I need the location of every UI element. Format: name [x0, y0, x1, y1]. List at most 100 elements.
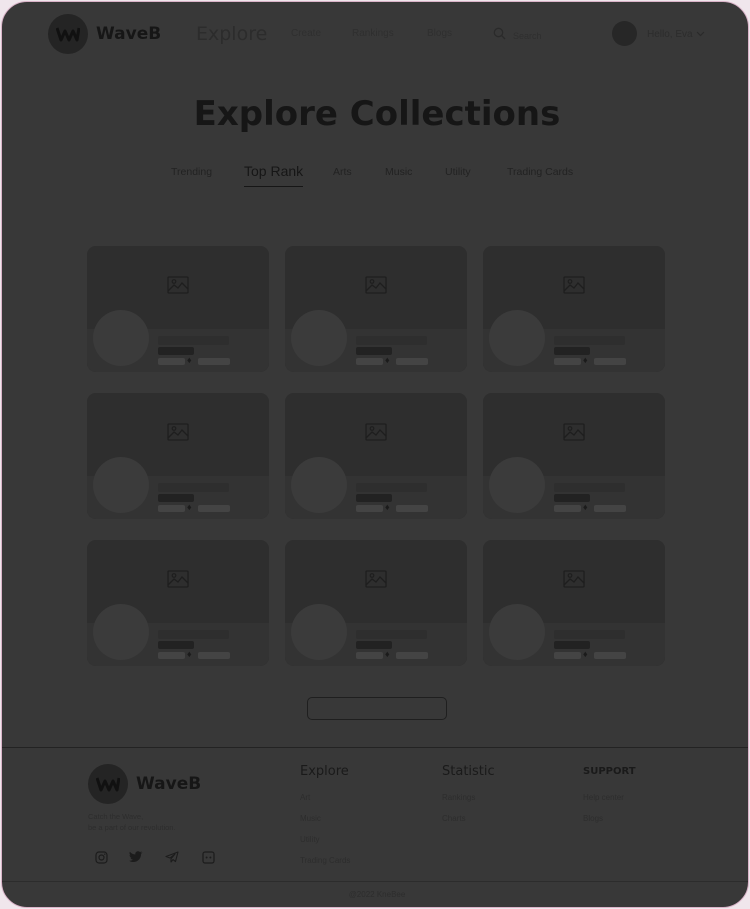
brand-name: WaveB: [96, 24, 162, 44]
footer-brand-name: WaveB: [136, 774, 202, 794]
footer-link-utility[interactable]: Utility: [300, 835, 320, 844]
skeleton-line: [554, 505, 581, 512]
search-input[interactable]: [513, 31, 573, 41]
wave-logo-icon: [88, 764, 128, 804]
price-diamond-icon: ♦: [187, 649, 192, 659]
footer-link-art[interactable]: Art: [300, 793, 310, 802]
skeleton-line: [158, 630, 229, 639]
collection-card[interactable]: ♦: [285, 393, 467, 519]
skeleton-line: [356, 630, 427, 639]
price-diamond-icon: ♦: [187, 502, 192, 512]
image-placeholder-icon: [365, 423, 387, 446]
image-placeholder-icon: [563, 423, 585, 446]
skeleton-line: [554, 483, 625, 492]
skeleton-line: [356, 505, 383, 512]
card-avatar: [489, 310, 545, 366]
user-avatar[interactable]: [612, 21, 637, 46]
card-avatar: [93, 604, 149, 660]
card-avatar: [93, 310, 149, 366]
skeleton-line: [158, 505, 185, 512]
skeleton-line: [554, 630, 625, 639]
footer-link-charts[interactable]: Charts: [442, 814, 466, 823]
skeleton-line: [356, 652, 383, 659]
twitter-icon[interactable]: [128, 849, 144, 865]
price-diamond-icon: ♦: [583, 502, 588, 512]
collection-card[interactable]: ♦: [483, 246, 665, 372]
skeleton-line: [554, 336, 625, 345]
price-diamond-icon: ♦: [385, 502, 390, 512]
image-placeholder-icon: [167, 276, 189, 299]
footer-link-help-center[interactable]: Help center: [583, 793, 624, 802]
collection-card[interactable]: ♦: [483, 540, 665, 666]
skeleton-line: [158, 347, 194, 355]
footer-link-rankings[interactable]: Rankings: [442, 793, 475, 802]
skeleton-line: [356, 336, 427, 345]
tab-music[interactable]: Music: [385, 166, 412, 178]
card-avatar: [291, 310, 347, 366]
skeleton-line: [594, 505, 626, 512]
telegram-icon[interactable]: [164, 849, 180, 865]
skeleton-line: [396, 652, 428, 659]
skeleton-line: [554, 347, 590, 355]
image-placeholder-icon: [365, 570, 387, 593]
image-placeholder-icon: [167, 423, 189, 446]
collection-card[interactable]: ♦: [87, 540, 269, 666]
nav-explore[interactable]: Explore: [196, 23, 267, 45]
brand-logo[interactable]: WaveB: [48, 14, 161, 54]
footer-tagline-line2: be a part of our revolution.: [88, 823, 176, 832]
skeleton-line: [158, 336, 229, 345]
skeleton-line: [356, 347, 392, 355]
image-placeholder-icon: [167, 570, 189, 593]
price-diamond-icon: ♦: [583, 649, 588, 659]
collection-card[interactable]: ♦: [87, 393, 269, 519]
nav-rankings[interactable]: Rankings: [352, 28, 394, 39]
collection-card[interactable]: ♦: [87, 246, 269, 372]
tab-trading-cards[interactable]: Trading Cards: [507, 166, 573, 178]
footer-tagline-line1: Catch the Wave,: [88, 812, 144, 821]
footer-explore-heading: Explore: [300, 764, 349, 779]
app-window: WaveB Explore Create Rankings Blogs Hell…: [1, 1, 749, 908]
skeleton-line: [356, 358, 383, 365]
user-menu[interactable]: Hello, Eva: [647, 29, 705, 40]
footer-statistic-heading: Statistic: [442, 764, 495, 779]
search-bar[interactable]: [493, 27, 573, 45]
discord-icon[interactable]: [200, 849, 216, 865]
footer-link-trading-cards[interactable]: Trading Cards: [300, 856, 350, 865]
skeleton-line: [594, 652, 626, 659]
skeleton-line: [396, 358, 428, 365]
tab-trending[interactable]: Trending: [171, 166, 212, 178]
footer-support-heading: SUPPORT: [583, 766, 636, 777]
price-diamond-icon: ♦: [583, 355, 588, 365]
tab-arts[interactable]: Arts: [333, 166, 352, 178]
page-title: Explore Collections: [193, 94, 561, 134]
chevron-down-icon: [696, 29, 705, 40]
skeleton-line: [158, 652, 185, 659]
collection-card[interactable]: ♦: [285, 540, 467, 666]
card-avatar: [291, 604, 347, 660]
nav-create[interactable]: Create: [291, 28, 321, 39]
footer-link-blogs[interactable]: Blogs: [583, 814, 603, 823]
skeleton-line: [554, 641, 590, 649]
footer-brand-logo[interactable]: WaveB: [88, 764, 201, 804]
footer-bottom-divider: [2, 881, 748, 882]
price-diamond-icon: ♦: [385, 649, 390, 659]
image-placeholder-icon: [563, 276, 585, 299]
skeleton-line: [198, 505, 230, 512]
skeleton-line: [554, 358, 581, 365]
collection-card[interactable]: ♦: [483, 393, 665, 519]
skeleton-line: [158, 483, 229, 492]
skeleton-line: [594, 358, 626, 365]
image-placeholder-icon: [365, 276, 387, 299]
footer-divider: [2, 747, 748, 748]
instagram-icon[interactable]: [93, 849, 109, 865]
skeleton-line: [356, 494, 392, 502]
skeleton-line: [396, 505, 428, 512]
tab-top-rank[interactable]: Top Rank: [244, 163, 304, 187]
footer-link-music[interactable]: Music: [300, 814, 321, 823]
load-more-button[interactable]: [307, 697, 447, 720]
search-icon: [493, 27, 506, 45]
collection-card[interactable]: ♦: [285, 246, 467, 372]
tab-utility[interactable]: Utility: [445, 166, 471, 178]
nav-blogs[interactable]: Blogs: [427, 28, 452, 39]
card-avatar: [291, 457, 347, 513]
